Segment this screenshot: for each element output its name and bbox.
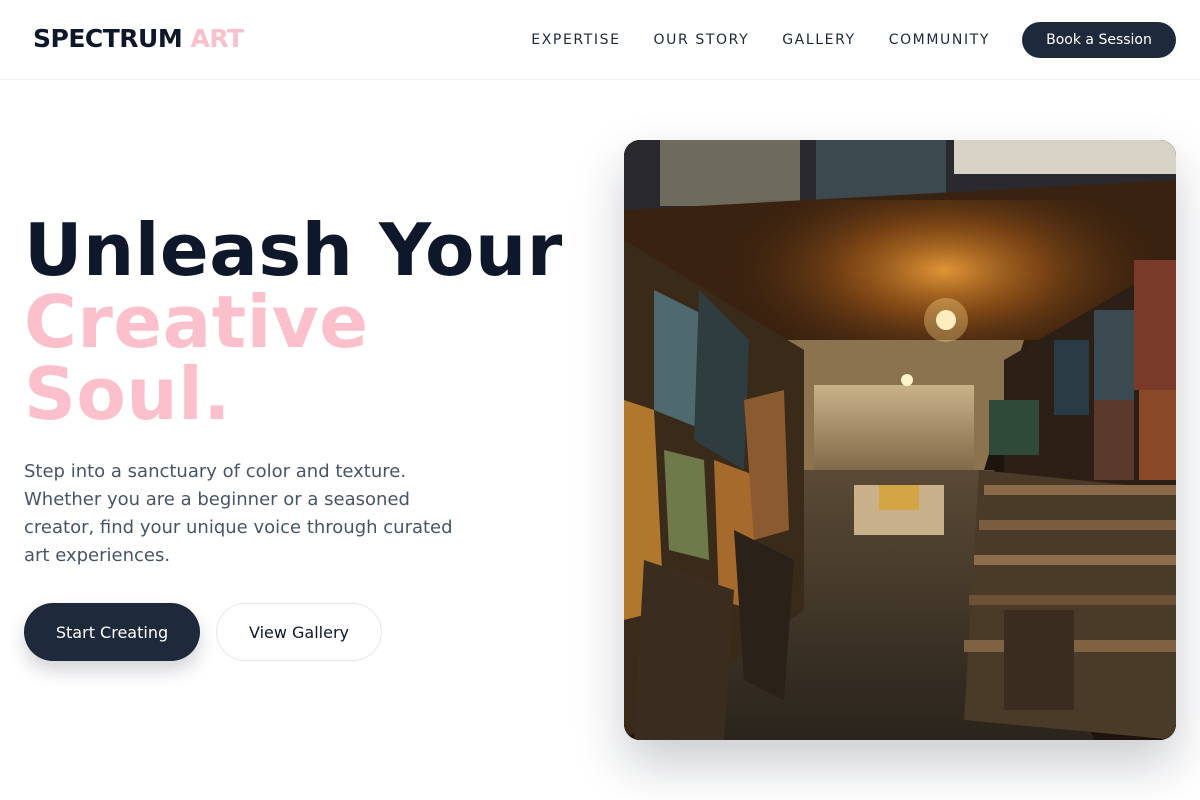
view-gallery-button[interactable]: View Gallery xyxy=(216,603,382,661)
headline-line-1: Unleash Your xyxy=(24,208,563,292)
gallery-corridor-illustration xyxy=(624,140,1176,740)
nav-item-expertise[interactable]: EXPERTISE xyxy=(531,31,620,49)
start-creating-button[interactable]: Start Creating xyxy=(24,603,200,661)
nav-item-our-story[interactable]: OUR STORY xyxy=(654,31,750,49)
brand-name-accent: ART xyxy=(190,24,244,53)
headline-line-2: Creative xyxy=(24,280,369,364)
site-header: SPECTRUM ART EXPERTISE OUR STORY GALLERY… xyxy=(0,0,1200,80)
hero-description: Step into a sanctuary of color and textu… xyxy=(24,461,453,566)
headline-line-3: Soul. xyxy=(24,352,232,436)
hero-headline: Unleash Your Creative Soul. xyxy=(24,214,563,430)
book-session-button[interactable]: Book a Session xyxy=(1022,22,1176,58)
hero-image xyxy=(624,140,1176,740)
nav-item-community[interactable]: COMMUNITY xyxy=(889,31,990,49)
brand-name-primary: SPECTRUM xyxy=(33,24,183,53)
main-nav: EXPERTISE OUR STORY GALLERY COMMUNITY xyxy=(531,31,990,49)
brand-logo[interactable]: SPECTRUM ART xyxy=(33,24,244,54)
nav-item-gallery[interactable]: GALLERY xyxy=(782,31,855,49)
